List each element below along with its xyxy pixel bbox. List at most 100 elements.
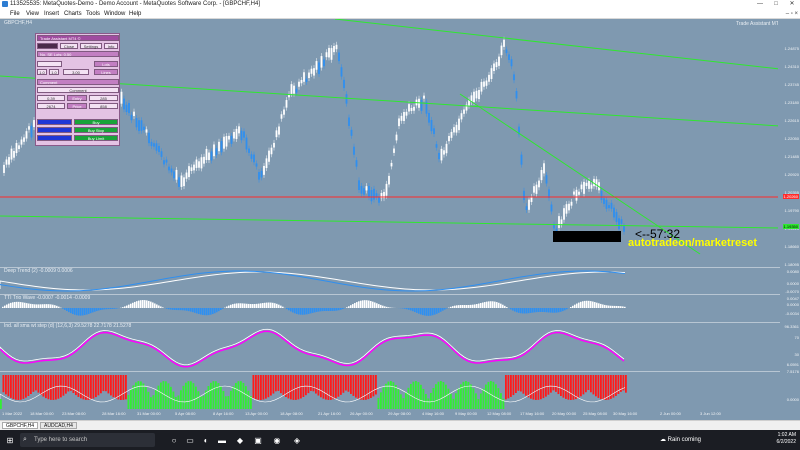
trio-wave-bar — [188, 308, 190, 312]
time-tick: 13 Apr 00:00 — [245, 411, 268, 416]
trio-wave-bar — [242, 303, 244, 308]
chart-canvas[interactable] — [0, 19, 800, 420]
taskbar-search-input[interactable]: ⌕ Type here to search — [20, 433, 155, 447]
hist-bar-red — [27, 375, 30, 396]
system-tray-clock[interactable]: 1:02 AM 6/2/2022 — [777, 432, 796, 448]
menu-view[interactable]: View — [26, 9, 39, 19]
hist-bar-red — [2, 375, 5, 393]
ta-entry-value[interactable]: 285 — [89, 95, 118, 101]
candle-body — [525, 206, 528, 211]
candle-body — [225, 136, 228, 147]
candle-body — [545, 175, 548, 184]
hist-bar-red — [15, 375, 17, 400]
ta-price-left[interactable]: 2674 — [37, 103, 65, 109]
ta-sell-limit-button[interactable] — [37, 135, 72, 141]
panel3-tick: 96.3361 — [784, 324, 799, 329]
hist-bar-green — [150, 397, 152, 409]
tab-audcad[interactable]: AUDCAD,H4 — [40, 422, 77, 429]
trio-wave-bar — [368, 300, 370, 308]
panel-separator[interactable] — [0, 371, 780, 372]
ta-sl-input[interactable]: 1.0 — [37, 69, 47, 75]
time-axis[interactable]: 1 Mar 2022 18 Mar 00:00 23 Mar 08:00 28 … — [0, 409, 780, 420]
candle-body — [13, 150, 15, 158]
weather-widget[interactable]: ☁ Rain coming — [660, 434, 701, 446]
ta-header[interactable]: Trade Assistant MT4 © — [37, 35, 119, 41]
chart-area[interactable]: GBPCHF,H4 Trade Assistant MT4 © 1.24875 … — [0, 19, 800, 420]
ta-settings-button[interactable]: Settings — [80, 43, 102, 49]
ta-lot-row[interactable]: No. SE Lots: 0.50 — [37, 51, 119, 57]
hist-bar-green — [215, 381, 217, 409]
hist-bar-green — [495, 384, 497, 409]
hist-bar-green — [127, 394, 130, 409]
menu-window[interactable]: Window — [104, 9, 125, 19]
time-tick: 30 May 16:00 — [613, 411, 638, 416]
cortana-icon[interactable]: ○ — [167, 433, 181, 447]
ta-buy-stop-button[interactable]: Buy Stop — [74, 127, 118, 133]
trio-wave-bar — [146, 300, 148, 308]
tab-gbpchf[interactable]: GBPCHF,H4 — [2, 422, 39, 429]
hist-bar-red — [115, 375, 117, 399]
candle-body — [203, 156, 205, 164]
menu-insert[interactable]: Insert — [44, 9, 59, 19]
hist-bar-red — [605, 375, 607, 400]
opera-icon[interactable]: ◉ — [270, 433, 284, 447]
panel-separator[interactable] — [0, 294, 780, 295]
ta-close-button[interactable]: Close — [60, 43, 78, 49]
panel4-tick: 7.5176 — [786, 369, 799, 374]
ta-risk-input[interactable]: 3.00 — [63, 69, 89, 75]
store-icon[interactable]: ▣ — [251, 433, 265, 447]
panel-separator[interactable] — [0, 267, 780, 268]
trio-wave-bar — [414, 308, 416, 313]
edge-icon[interactable]: ◐ — [199, 433, 213, 447]
ta-buy-limit-button[interactable]: Buy Limit — [74, 135, 118, 141]
candle-body — [120, 91, 123, 104]
ta-info-button[interactable]: Info — [104, 43, 118, 49]
candle-body — [340, 67, 343, 77]
trio-wave-bar — [456, 305, 458, 308]
countdown-box — [553, 231, 621, 242]
trio-wave-bar — [156, 304, 158, 308]
trio-wave-bar — [184, 308, 186, 311]
ta-lots-input[interactable] — [37, 61, 62, 67]
candle-body — [480, 81, 483, 92]
trio-wave-bar — [140, 300, 142, 308]
ta-tp-input[interactable]: 1.0 — [49, 69, 59, 75]
metatrader-icon[interactable]: ◈ — [290, 433, 304, 447]
minimize-button[interactable]: — — [752, 0, 768, 9]
menu-charts[interactable]: Charts — [64, 9, 82, 19]
file-explorer-icon[interactable]: ▬ — [215, 433, 229, 447]
trio-wave-bar — [256, 303, 258, 308]
hist-bar-red — [595, 375, 597, 397]
windows-start-icon[interactable]: ⊞ — [3, 433, 17, 447]
ta-sl-value[interactable]: 0.39 — [37, 95, 65, 101]
ta-buy-button[interactable]: Buy — [74, 119, 118, 125]
teams-icon[interactable]: ◆ — [233, 433, 247, 447]
mdi-controls[interactable]: – ▫ × — [786, 9, 798, 19]
trio-wave-bar — [38, 304, 40, 308]
ta-toggle[interactable] — [37, 43, 58, 49]
menu-help[interactable]: Help — [129, 9, 141, 19]
hist-bar-red — [55, 375, 57, 400]
candle-body — [573, 191, 575, 195]
trade-assistant-panel[interactable]: Trade Assistant MT4 © Close Settings Inf… — [35, 33, 120, 146]
close-button[interactable]: ✕ — [784, 0, 800, 9]
trio-wave-bar — [72, 308, 74, 315]
trio-wave-bar — [504, 305, 506, 308]
ta-comment-input[interactable]: Comment — [37, 87, 119, 93]
price-axis[interactable]: 1.24875 1.24310 1.23745 1.23180 1.22615 … — [778, 19, 800, 409]
task-view-icon[interactable]: ▭ — [183, 433, 197, 447]
hist-bar-green — [207, 386, 210, 409]
ta-sell-button[interactable] — [37, 119, 72, 125]
menu-tools[interactable]: Tools — [86, 9, 100, 19]
trio-wave-bar — [160, 306, 162, 308]
menu-file[interactable]: File — [10, 9, 20, 19]
panel2-tick: -0.0034 — [785, 311, 799, 316]
ta-sell-stop-button[interactable] — [37, 127, 72, 133]
hist-bar-red — [527, 375, 530, 398]
maximize-button[interactable]: □ — [768, 0, 784, 9]
hist-bar-red — [515, 375, 517, 394]
candle-body — [188, 166, 190, 178]
ta-lines-button[interactable]: Lines — [94, 69, 118, 75]
ta-price-right[interactable]: 858 — [89, 103, 118, 109]
price-tick: 1.20920 — [784, 172, 799, 177]
